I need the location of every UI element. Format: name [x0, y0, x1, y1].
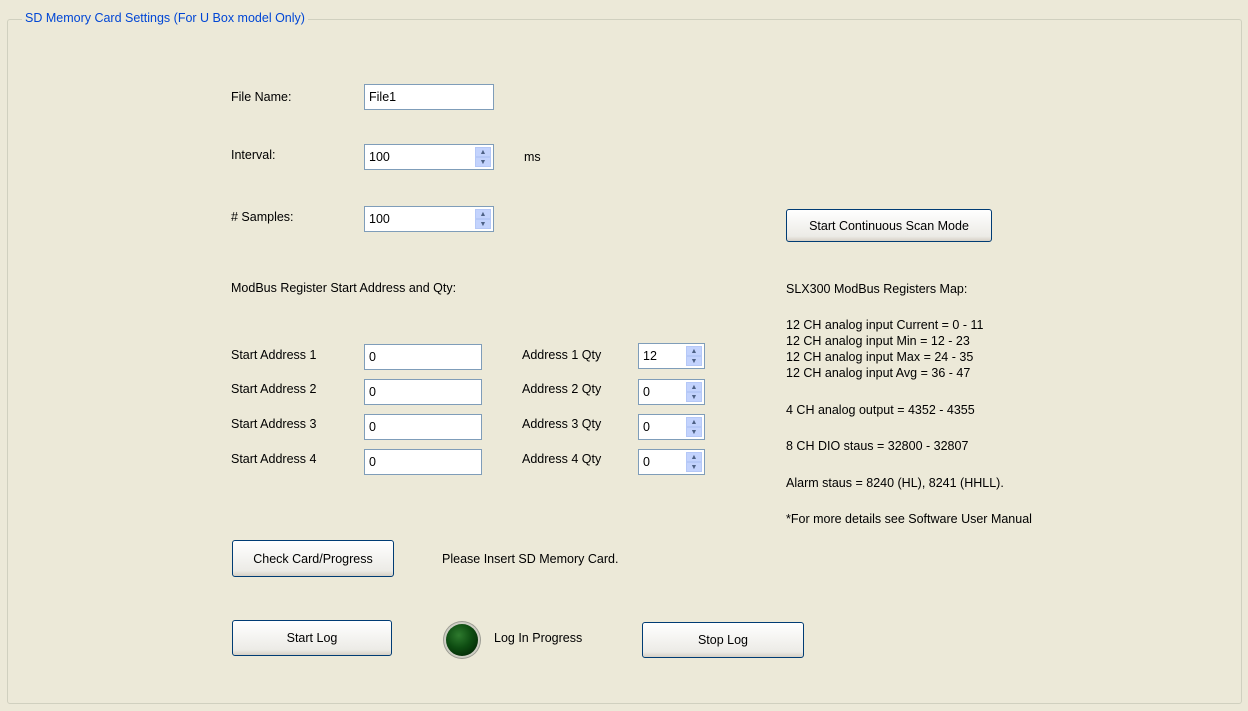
address-qty-value: 0	[643, 455, 650, 469]
address-qty-spinner[interactable]: 0 ▲ ▼	[638, 414, 705, 440]
spin-down-arrow-icon[interactable]: ▼	[686, 427, 702, 437]
groupbox-title: SD Memory Card Settings (For U Box model…	[22, 11, 308, 25]
sd-card-settings-groupbox	[7, 19, 1242, 704]
samples-spinner[interactable]: 100 ▲ ▼	[364, 206, 494, 232]
samples-label: # Samples:	[231, 210, 294, 224]
register-map-alarm: Alarm staus = 8240 (HL), 8241 (HHLL).	[786, 476, 1004, 490]
address-qty-label: Address 1 Qty	[522, 348, 602, 362]
address-qty-spinner[interactable]: 12 ▲ ▼	[638, 343, 705, 369]
start-address-input[interactable]: 0	[364, 449, 482, 475]
address-qty-label: Address 3 Qty	[522, 417, 602, 431]
address-qty-spinner[interactable]: 0 ▲ ▼	[638, 449, 705, 475]
start-address-label: Start Address 1	[231, 348, 317, 362]
samples-value: 100	[369, 212, 390, 226]
interval-label: Interval:	[231, 148, 276, 162]
spin-up-arrow-icon[interactable]: ▲	[686, 452, 702, 462]
interval-spinner[interactable]: 100 ▲ ▼	[364, 144, 494, 170]
register-map-analog-input: 12 CH analog input Min = 12 - 23	[786, 334, 970, 348]
status-led-icon	[446, 624, 478, 656]
spin-up-arrow-icon[interactable]: ▲	[686, 346, 702, 356]
register-map-analog-output: 4 CH analog output = 4352 - 4355	[786, 403, 975, 417]
start-address-label: Start Address 4	[231, 452, 317, 466]
start-log-button[interactable]: Start Log	[232, 620, 392, 656]
modbus-heading: ModBus Register Start Address and Qty:	[231, 281, 457, 295]
spin-down-arrow-icon[interactable]: ▼	[686, 462, 702, 472]
interval-unit: ms	[524, 150, 541, 164]
spin-down-arrow-icon[interactable]: ▼	[686, 392, 702, 402]
start-address-input[interactable]: 0	[364, 379, 482, 405]
card-status-text: Please Insert SD Memory Card.	[442, 552, 619, 566]
start-address-input[interactable]: 0	[364, 414, 482, 440]
log-in-progress-label: Log In Progress	[494, 631, 583, 645]
stop-log-button[interactable]: Stop Log	[642, 622, 804, 658]
address-qty-value: 12	[643, 349, 657, 363]
spin-up-arrow-icon[interactable]: ▲	[475, 147, 491, 157]
register-map-heading: SLX300 ModBus Registers Map:	[786, 282, 968, 296]
start-address-input[interactable]: 0	[364, 344, 482, 370]
register-map-analog-input: 12 CH analog input Avg = 36 - 47	[786, 366, 971, 380]
address-qty-value: 0	[643, 385, 650, 399]
start-continuous-scan-button[interactable]: Start Continuous Scan Mode	[786, 209, 992, 242]
spin-down-arrow-icon[interactable]: ▼	[686, 356, 702, 366]
interval-value: 100	[369, 150, 390, 164]
spin-down-arrow-icon[interactable]: ▼	[475, 157, 491, 167]
start-address-label: Start Address 2	[231, 382, 317, 396]
spin-down-arrow-icon[interactable]: ▼	[475, 219, 491, 229]
address-qty-label: Address 2 Qty	[522, 382, 602, 396]
address-qty-label: Address 4 Qty	[522, 452, 602, 466]
spin-up-arrow-icon[interactable]: ▲	[686, 382, 702, 392]
spin-up-arrow-icon[interactable]: ▲	[475, 209, 491, 219]
check-card-progress-button[interactable]: Check Card/Progress	[232, 540, 394, 577]
register-map-analog-input: 12 CH analog input Current = 0 - 11	[786, 318, 984, 332]
register-map-note: *For more details see Software User Manu…	[786, 512, 1032, 526]
start-address-label: Start Address 3	[231, 417, 317, 431]
register-map-analog-input: 12 CH analog input Max = 24 - 35	[786, 350, 974, 364]
address-qty-value: 0	[643, 420, 650, 434]
file-name-input[interactable]: File1	[364, 84, 494, 110]
register-map-dio: 8 CH DIO staus = 32800 - 32807	[786, 439, 969, 453]
spin-up-arrow-icon[interactable]: ▲	[686, 417, 702, 427]
address-qty-spinner[interactable]: 0 ▲ ▼	[638, 379, 705, 405]
file-name-label: File Name:	[231, 90, 292, 104]
